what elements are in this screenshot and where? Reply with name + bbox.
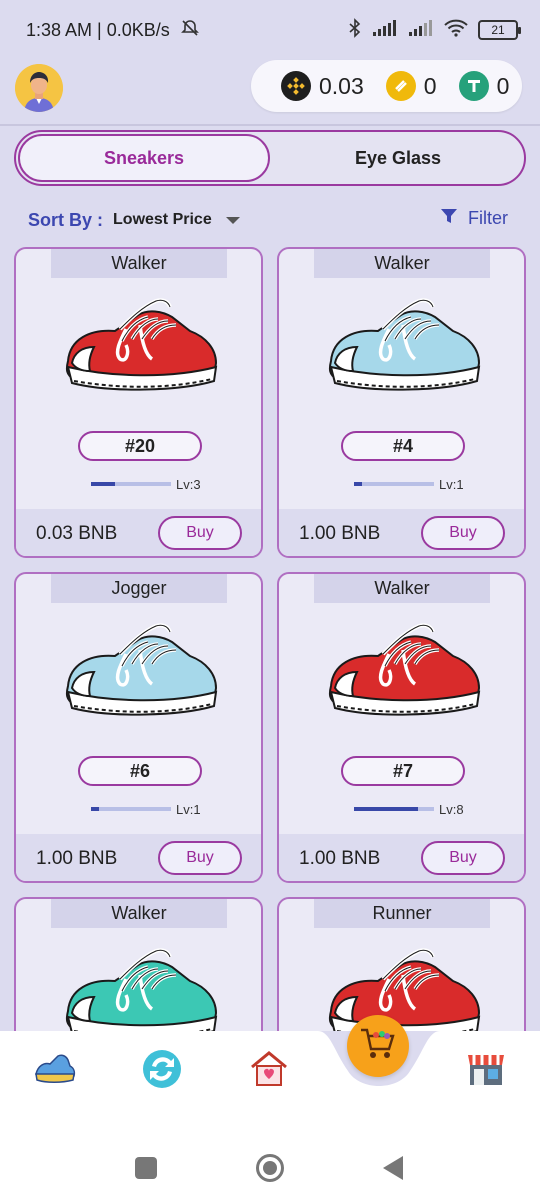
home-button[interactable] xyxy=(256,1154,284,1182)
product-card[interactable]: Walker xyxy=(14,897,263,1031)
exchange-icon xyxy=(141,1048,183,1095)
level-text: Lv:1 xyxy=(176,802,201,817)
back-button[interactable] xyxy=(383,1156,403,1180)
recent-apps-button[interactable] xyxy=(135,1157,157,1179)
product-card[interactable]: Walker #20 Lv:3 0.03 BNB Buy xyxy=(14,247,263,558)
filter-label: Filter xyxy=(468,208,508,228)
card-type-label: Walker xyxy=(51,249,227,278)
wallet-balance: 0.03 0 0 xyxy=(251,60,522,112)
buy-button[interactable]: Buy xyxy=(158,516,242,550)
card-type-label: Runner xyxy=(314,899,490,928)
card-id: #7 xyxy=(341,756,465,786)
sneaker-icon xyxy=(34,1052,76,1091)
buy-button[interactable]: Buy xyxy=(158,841,242,875)
bnb-icon xyxy=(281,71,311,101)
product-card[interactable]: Runner xyxy=(277,897,526,1031)
level-bar xyxy=(354,807,434,811)
blue-sneaker-image xyxy=(64,623,218,717)
product-card[interactable]: Walker #7 Lv:8 1.00 BNB Buy xyxy=(277,572,526,883)
card-type-label: Walker xyxy=(314,574,490,603)
price-label: 1.00 BNB xyxy=(36,848,118,869)
bluetooth-icon xyxy=(348,17,362,43)
level-text: Lv:1 xyxy=(439,477,464,492)
avatar[interactable] xyxy=(15,64,63,112)
card-type-label: Walker xyxy=(314,249,490,278)
cart-icon xyxy=(359,1027,397,1066)
nav-sneaker[interactable] xyxy=(33,1049,77,1093)
status-bar: 1:38 AM | 0.0KB/s 21 xyxy=(0,0,540,60)
card-id: #20 xyxy=(78,431,202,461)
bnb-balance: 0.03 xyxy=(281,71,364,101)
product-card[interactable]: Jogger #6 Lv:1 1.00 BNB Buy xyxy=(14,572,263,883)
level-bar xyxy=(91,482,171,486)
card-type-label: Jogger xyxy=(51,574,227,603)
filter-button[interactable]: Filter xyxy=(440,207,508,230)
red-sneaker-image xyxy=(327,623,481,717)
wifi-icon xyxy=(444,19,468,42)
tab-sneakers[interactable]: Sneakers xyxy=(18,134,270,182)
store-icon xyxy=(466,1049,506,1094)
busd-amount: 0 xyxy=(423,72,437,99)
buy-button[interactable]: Buy xyxy=(421,841,505,875)
nav-home[interactable] xyxy=(247,1049,291,1093)
card-footer: 1.00 BNB Buy xyxy=(279,834,524,881)
price-label: 0.03 BNB xyxy=(36,523,118,544)
caret-down-icon[interactable] xyxy=(225,216,240,224)
funnel-icon xyxy=(440,207,458,230)
level-bar xyxy=(91,807,171,811)
nav-store[interactable] xyxy=(464,1049,508,1093)
sort-row: Sort By : Lowest Price Filter xyxy=(28,205,508,235)
tab-eye-glass[interactable]: Eye Glass xyxy=(272,134,524,182)
price-label: 1.00 BNB xyxy=(299,848,381,869)
product-grid: Walker #20 Lv:3 0.03 BNB Buy Walker #4 L… xyxy=(14,247,526,1031)
mute-alarm-icon xyxy=(180,18,200,43)
card-footer: 1.00 BNB Buy xyxy=(16,834,261,881)
teal-sneaker-image xyxy=(64,948,218,1031)
busd-balance: 0 xyxy=(385,71,437,101)
usdt-balance: 0 xyxy=(458,71,510,101)
card-id: #4 xyxy=(341,431,465,461)
header-divider xyxy=(0,124,540,126)
header: 0.03 0 0 xyxy=(0,60,540,122)
busd-icon xyxy=(385,71,416,101)
product-card[interactable]: Walker #4 Lv:1 1.00 BNB Buy xyxy=(277,247,526,558)
card-id: #6 xyxy=(78,756,202,786)
price-label: 1.00 BNB xyxy=(299,523,381,544)
red-sneaker-image xyxy=(327,948,481,1031)
signal-icon-2 xyxy=(408,19,434,42)
card-footer: 1.00 BNB Buy xyxy=(279,509,524,556)
home-heart-icon xyxy=(249,1049,289,1094)
nav-cart[interactable] xyxy=(347,1015,409,1077)
sort-dropdown[interactable]: Lowest Price xyxy=(113,211,212,229)
battery-icon: 21 xyxy=(478,20,521,40)
bottom-nav xyxy=(0,1015,540,1131)
card-footer: 0.03 BNB Buy xyxy=(16,509,261,556)
sort-label: Sort By : xyxy=(28,209,104,230)
level-text: Lv:8 xyxy=(439,802,464,817)
blue-sneaker-image xyxy=(327,298,481,392)
usdt-amount: 0 xyxy=(496,72,510,99)
status-time: 1:38 AM | 0.0KB/s xyxy=(26,19,170,40)
level-text: Lv:3 xyxy=(176,477,201,492)
red-sneaker-image xyxy=(64,298,218,392)
usdt-icon xyxy=(458,71,489,101)
system-navigation-bar xyxy=(0,1131,540,1200)
buy-button[interactable]: Buy xyxy=(421,516,505,550)
nav-exchange[interactable] xyxy=(140,1049,184,1093)
card-type-label: Walker xyxy=(51,899,227,928)
bnb-amount: 0.03 xyxy=(319,72,364,99)
category-tabs: Sneakers Eye Glass xyxy=(14,130,526,186)
level-bar xyxy=(354,482,434,486)
signal-icon xyxy=(372,19,398,42)
